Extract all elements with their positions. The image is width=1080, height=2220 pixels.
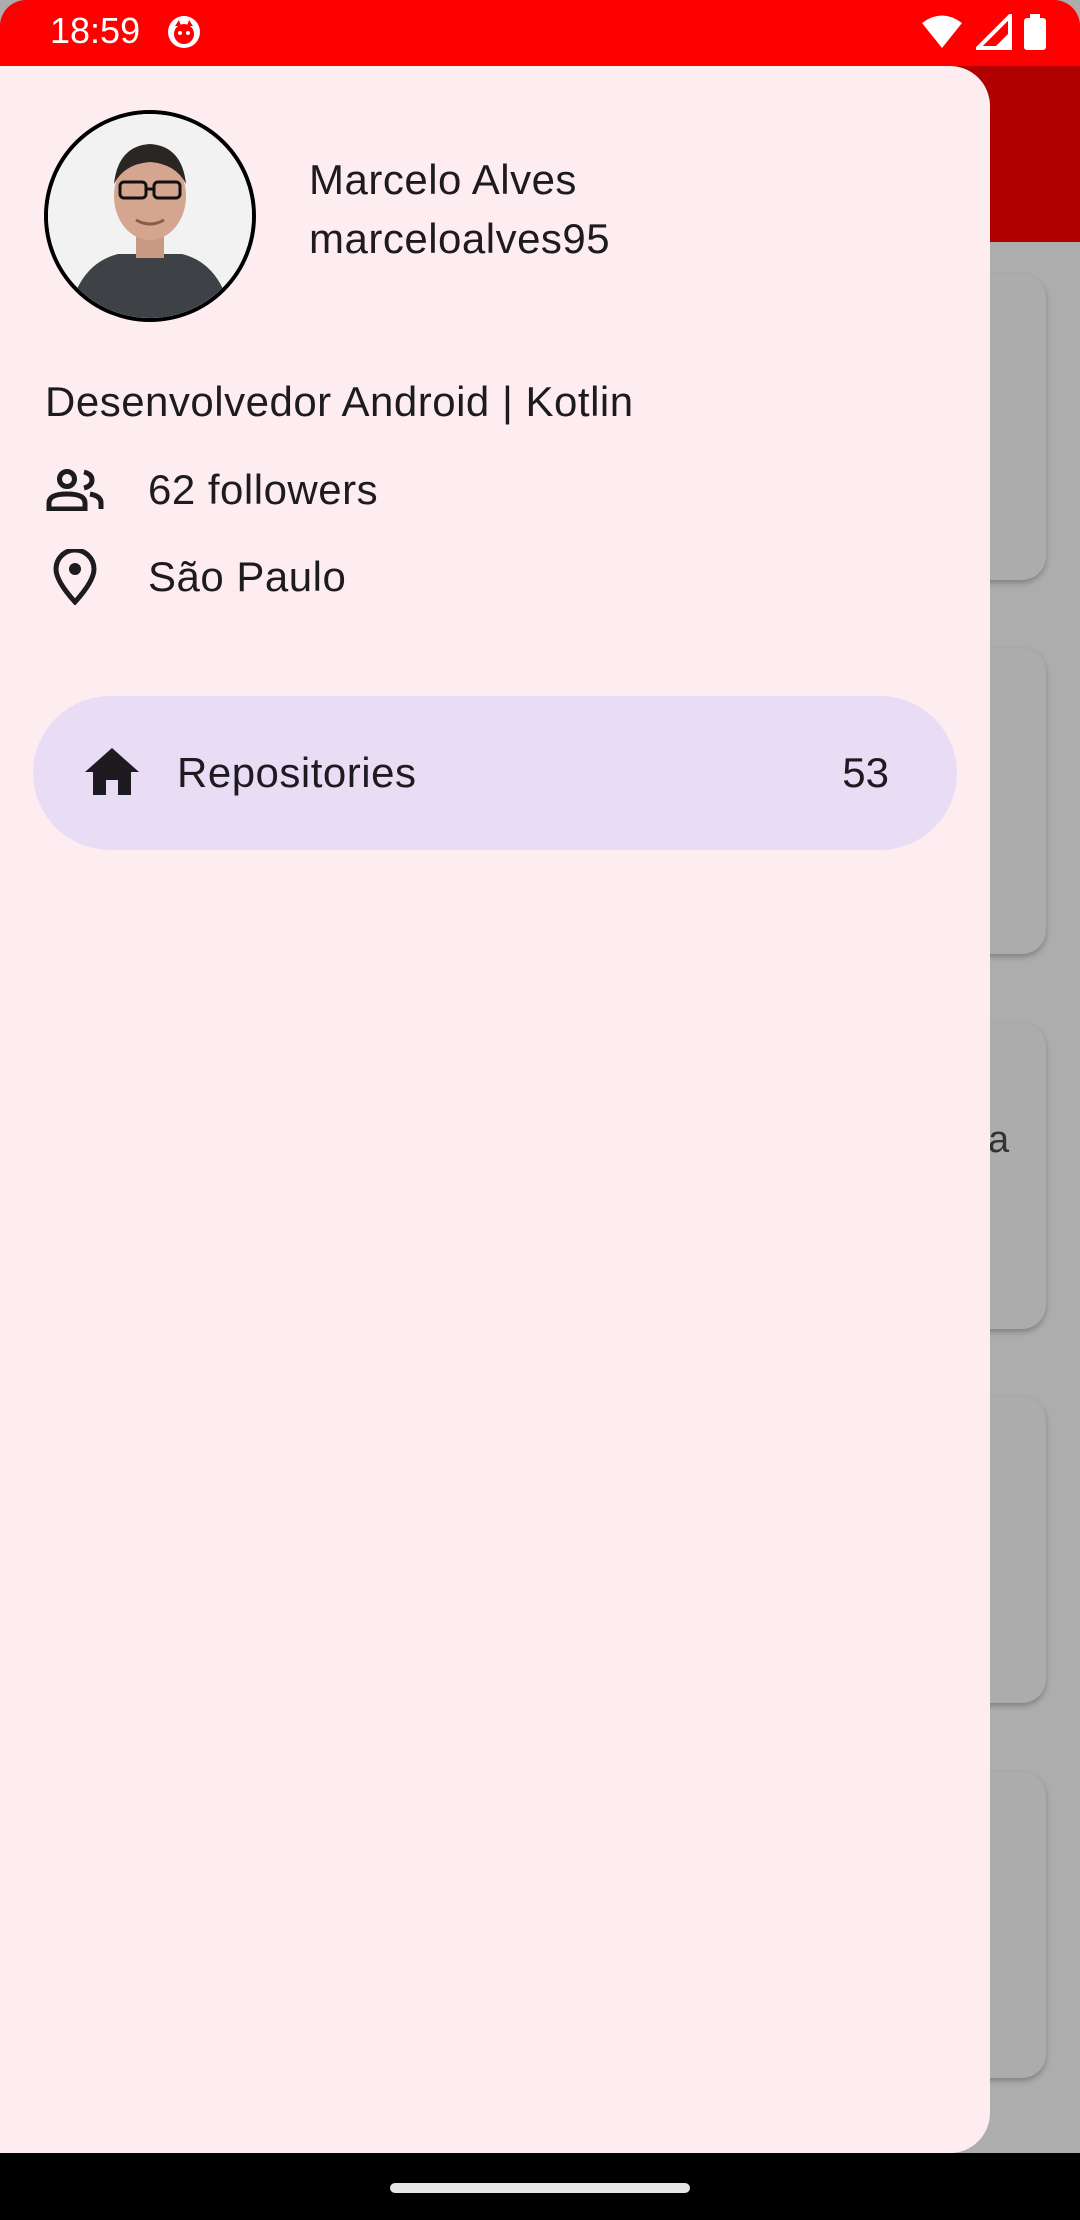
wifi-icon	[920, 14, 964, 55]
location-text: São Paulo	[148, 553, 347, 600]
status-time: 18:59	[50, 10, 141, 51]
profile-bio: Desenvolvedor Android | Kotlin	[45, 378, 634, 425]
nav-item-repositories[interactable]: Repositories 53	[33, 696, 957, 850]
system-navigation-bar	[0, 2153, 1080, 2220]
navigation-drawer: Marcelo Alves marceloalves95 Desenvolved…	[0, 66, 990, 2153]
location-pin-icon	[45, 547, 105, 607]
nav-item-label: Repositories	[177, 749, 417, 796]
profile-name: Marcelo Alves	[309, 156, 577, 203]
followers-count: 62 followers	[148, 466, 379, 513]
profile-login: marceloalves95	[309, 215, 611, 262]
battery-icon	[1024, 14, 1046, 55]
people-icon	[45, 460, 105, 520]
home-icon	[81, 741, 143, 803]
status-bar: 18:59	[0, 0, 1080, 66]
gesture-handle[interactable]	[390, 2183, 690, 2193]
card-text: a	[988, 1119, 1010, 1161]
status-icons	[920, 11, 1046, 55]
avatar	[44, 110, 256, 322]
signal-icon	[973, 11, 1012, 55]
nav-item-badge: 53	[842, 749, 889, 796]
followers-row: 62 followers	[45, 460, 378, 520]
app-notification-icon	[166, 14, 202, 50]
location-row: São Paulo	[45, 547, 346, 607]
